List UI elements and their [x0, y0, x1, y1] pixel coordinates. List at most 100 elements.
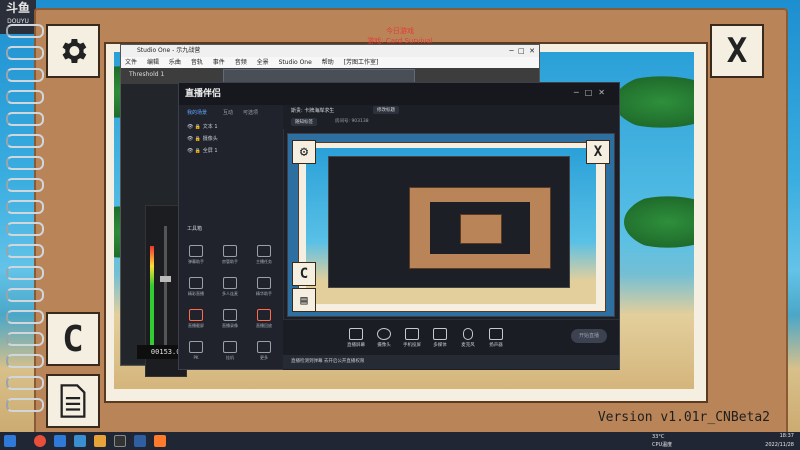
tool-label: 直播截屏 — [188, 323, 204, 328]
tool-icon[interactable] — [257, 277, 271, 289]
menu-item[interactable]: 乐曲 — [169, 59, 181, 66]
taskbar: 33°C CPU温度 18:37 2022/11/28 — [0, 432, 800, 450]
app-icon[interactable] — [114, 435, 126, 447]
tag-button[interactable]: 随知标签 — [291, 118, 317, 126]
app-icon[interactable] — [134, 435, 146, 447]
studio-window-controls: ─ □ ✕ — [509, 45, 535, 57]
tool-icon[interactable] — [223, 277, 237, 289]
preview-deeper-window — [430, 202, 530, 254]
tool-icon[interactable] — [223, 309, 237, 321]
tool-label: 房管助手 — [222, 259, 238, 264]
start-icon[interactable] — [4, 435, 16, 447]
live-window-controls: ─□✕ — [574, 88, 611, 97]
settings-button[interactable] — [46, 24, 100, 78]
tool-label: 精彩直播 — [188, 291, 204, 296]
studio-menu-bar: 文件 编辑 乐曲 音轨 事件 音频 全景 Studio One 帮助 [芳图工作… — [121, 57, 539, 68]
studio-title-bar: Studio One - 示九战营 — [121, 45, 539, 57]
tool-icon[interactable] — [189, 277, 203, 289]
preview-c-icon: C — [292, 262, 316, 286]
room-id: 房间号: 903138 — [335, 119, 369, 124]
clock-date: 2022/11/28 — [765, 442, 794, 448]
edit-title-button[interactable]: 修改标题 — [373, 106, 399, 114]
palm-leaves — [614, 72, 694, 132]
app-icon[interactable] — [94, 435, 106, 447]
steam-icon[interactable] — [74, 435, 86, 447]
weather-sub: CPU温度 — [652, 442, 673, 448]
tool-icon[interactable] — [257, 309, 271, 321]
source-media-button[interactable]: 多媒体 — [425, 328, 455, 348]
tool-icon[interactable] — [189, 309, 203, 321]
tool-icon[interactable] — [189, 341, 203, 353]
c-button[interactable]: C — [46, 312, 100, 366]
speaker-button[interactable]: 扬声器 — [481, 328, 511, 348]
source-label: 麦克风 — [461, 343, 475, 348]
tool-icon[interactable] — [257, 245, 271, 257]
tool-label: 弹幕助手 — [188, 259, 204, 264]
source-camera-button[interactable]: 摄像头 — [369, 328, 399, 348]
layer-label: 摄像头 — [202, 136, 218, 142]
minimize-icon[interactable]: ─ — [574, 88, 585, 97]
logo-line1: 斗鱼 — [5, 1, 30, 15]
chrome-icon[interactable] — [34, 435, 46, 447]
fader-handle[interactable] — [160, 276, 171, 282]
menu-item[interactable]: 文件 — [125, 59, 137, 66]
layer-item[interactable]: 👁 🔒 文本 1 — [187, 123, 218, 130]
menu-item[interactable]: 帮助 — [322, 59, 334, 66]
tab-options[interactable]: 可选项 — [243, 109, 258, 116]
preview-deepest-frame — [460, 214, 502, 244]
source-label: 手机投屏 — [403, 343, 421, 348]
start-live-button[interactable]: 开始直播 — [571, 329, 607, 343]
menu-item[interactable]: 全景 — [257, 59, 269, 66]
maximize-icon[interactable]: □ — [518, 47, 525, 55]
live-header: 斯贵: 卡牌海岸求生 修改标题 随知标签 房间号: 903138 — [283, 105, 619, 129]
menu-item[interactable]: [芳图工作室] — [344, 59, 379, 66]
tool-label: PK — [193, 355, 199, 360]
tool-label: 直播录像 — [222, 323, 238, 328]
tool-icon[interactable] — [223, 341, 237, 353]
tools-title: 工具箱 — [187, 226, 203, 232]
menu-item[interactable]: 事件 — [213, 59, 225, 66]
source-phone-button[interactable]: 手机投屏 — [397, 328, 427, 348]
document-button[interactable] — [46, 374, 100, 428]
minimize-icon[interactable]: ─ — [509, 47, 513, 55]
tool-icon[interactable] — [223, 245, 237, 257]
live-sidebar: 我的场景 互动 可选项 👁 🔒 文本 1 👁 🔒 摄像头 👁 🔒 全屏 1 工具… — [179, 105, 284, 369]
palm-leaves — [624, 192, 694, 252]
app-icon[interactable] — [54, 435, 66, 447]
phone-icon — [405, 328, 419, 340]
source-label: 直播屏幕 — [347, 343, 365, 348]
layer-item[interactable]: 👁 🔒 摄像头 — [187, 135, 218, 142]
close-icon[interactable]: ✕ — [598, 88, 611, 97]
media-icon — [433, 328, 447, 340]
overlay-caption: 今日游戏 游戏: Card Survival — [300, 26, 500, 46]
layer-label: 全屏 1 — [202, 148, 218, 154]
close-icon[interactable]: ✕ — [529, 47, 535, 55]
weather-widget: 33°C CPU温度 — [652, 433, 672, 449]
tool-icon[interactable] — [189, 245, 203, 257]
tool-icon[interactable] — [257, 341, 271, 353]
menu-item[interactable]: 编辑 — [147, 59, 159, 66]
microphone-button[interactable]: 麦克风 — [453, 328, 483, 348]
menu-item[interactable]: Studio One — [279, 59, 312, 66]
tool-label: 挂机 — [226, 355, 234, 360]
tool-label: 多人连麦 — [222, 291, 238, 296]
system-clock[interactable]: 18:37 2022/11/28 — [765, 432, 794, 450]
tab-scenes[interactable]: 我的场景 — [187, 109, 207, 116]
menu-item[interactable]: 音频 — [235, 59, 247, 66]
menu-item[interactable]: 音轨 — [191, 59, 203, 66]
gear-icon — [62, 38, 87, 64]
live-app-logo: 直播伴侣 — [185, 89, 222, 99]
maximize-icon[interactable]: □ — [585, 88, 599, 97]
live-companion-icon[interactable] — [154, 435, 166, 447]
source-label: 扬声器 — [489, 343, 503, 348]
game-screen: 斗鱼 DOUYU X C Version v1.01r_CNBeta2 今日游戏… — [0, 0, 800, 450]
tool-label: 主播任务 — [256, 259, 272, 264]
live-status-bar: 直播检测到弹幕 去开启公开直播权限 — [283, 355, 619, 369]
tab-interact[interactable]: 互动 — [223, 109, 233, 116]
source-screen-button[interactable]: 直播屏幕 — [341, 328, 371, 348]
close-button[interactable]: X — [710, 24, 764, 78]
microphone-icon — [463, 328, 473, 340]
layer-item[interactable]: 👁 🔒 全屏 1 — [187, 147, 218, 154]
track-name: Threshold 1 — [129, 71, 165, 78]
preview-nested-frame — [409, 187, 551, 269]
